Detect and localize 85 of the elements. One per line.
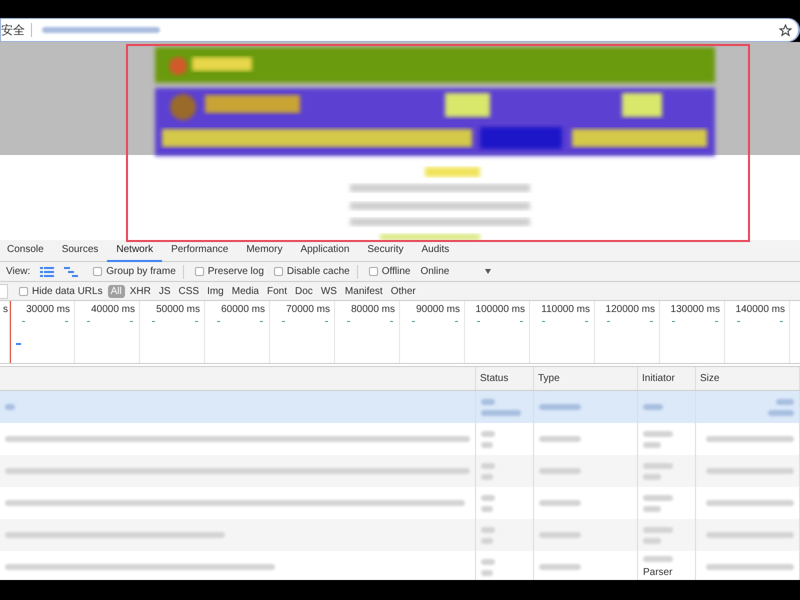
timeline-tick: 50000 ms <box>156 304 200 315</box>
timeline-tick: 110000 ms <box>541 304 590 315</box>
blurred-text <box>768 410 794 416</box>
address-bar[interactable]: 安全 <box>0 18 800 42</box>
timeline-tick: 60000 ms <box>221 304 265 315</box>
timeline-tick: 70000 ms <box>286 304 330 315</box>
column-header[interactable]: Initiator <box>642 373 691 384</box>
type-filter[interactable]: Doc <box>292 284 316 298</box>
request-row[interactable] <box>0 391 800 423</box>
column-header[interactable]: Type <box>538 373 633 384</box>
caret-icon <box>485 269 492 274</box>
type-filter[interactable]: CSS <box>176 284 202 298</box>
type-filter[interactable]: Media <box>228 284 262 298</box>
option-checkbox[interactable]: Group by frame <box>90 264 184 278</box>
request-row[interactable] <box>0 519 800 551</box>
devtools-tab[interactable]: Console <box>0 240 53 262</box>
timeline-tick: 30000 ms <box>26 304 70 315</box>
blurred-text <box>643 404 663 410</box>
blurred-text <box>643 494 673 500</box>
type-filter[interactable]: XHR <box>126 284 154 298</box>
timeline-tick: 80000 ms <box>351 304 395 315</box>
throttling-dropdown[interactable]: Online <box>417 266 494 277</box>
blurred-text <box>481 462 495 468</box>
type-filter[interactable]: Manifest <box>342 284 386 298</box>
timeline-tick: 100000 ms <box>476 304 525 315</box>
devtools-tab[interactable]: Security <box>358 240 412 262</box>
option-checkbox[interactable]: Disable cache <box>270 264 358 278</box>
list-view-icon[interactable] <box>40 266 54 276</box>
blurred-text <box>643 538 661 544</box>
blurred-text <box>481 506 493 512</box>
blurred-text <box>643 526 673 532</box>
blurred-text <box>643 442 661 448</box>
star-icon[interactable] <box>779 24 792 36</box>
blurred-text <box>481 430 495 436</box>
timeline-tick: 140000 ms <box>736 304 785 315</box>
blurred-text <box>643 506 661 512</box>
request-row[interactable] <box>0 455 800 487</box>
blurred-text <box>643 430 673 436</box>
devtools-tab[interactable]: Performance <box>162 240 238 262</box>
blurred-text <box>776 398 794 404</box>
timeline-tick: 40000 ms <box>91 304 135 315</box>
devtools-tab[interactable]: Audits <box>412 240 458 262</box>
type-filter[interactable]: JS <box>156 284 174 298</box>
timeline-tick: 90000 ms <box>416 304 460 315</box>
type-filter[interactable]: Other <box>388 284 419 298</box>
devtools-tab[interactable]: Sources <box>52 240 108 262</box>
timeline-tick: 120000 ms <box>606 304 655 315</box>
column-header[interactable]: Status <box>480 373 529 384</box>
blurred-text <box>643 474 661 480</box>
blurred-text <box>481 558 495 564</box>
blurred-text <box>539 532 581 538</box>
security-label: 安全 <box>1 23 32 37</box>
view-label: View: <box>6 266 30 277</box>
waterfall-icon[interactable] <box>64 266 78 276</box>
blurred-text <box>481 494 495 500</box>
blurred-text <box>643 556 673 562</box>
blurred-text <box>481 538 493 544</box>
type-filter[interactable]: Img <box>204 284 227 298</box>
option-checkbox[interactable]: Preserve log <box>192 266 267 277</box>
initiator-text: Parser <box>643 567 674 578</box>
blurred-text <box>643 462 673 468</box>
blurred-text <box>481 526 495 532</box>
blurred-text <box>539 468 581 474</box>
type-filter[interactable]: WS <box>318 284 340 298</box>
option-checkbox[interactable]: Offline <box>366 266 414 277</box>
blurred-text <box>5 404 15 410</box>
type-filter[interactable]: Font <box>264 284 290 298</box>
column-header[interactable]: Size <box>700 373 795 384</box>
hide-data-urls-checkbox[interactable]: Hide data URLs <box>16 286 106 296</box>
timeline-tick: s <box>3 304 8 315</box>
blurred-text <box>481 410 521 416</box>
devtools-tab[interactable]: Application <box>291 240 358 262</box>
blurred-text <box>481 442 493 448</box>
blurred-text <box>539 404 581 410</box>
blurred-text <box>539 500 581 506</box>
load-marker <box>10 301 11 363</box>
filter-field[interactable] <box>0 284 8 298</box>
blurred-text <box>481 570 493 576</box>
devtools-tab[interactable]: Memory <box>237 240 292 262</box>
blurred-text <box>481 398 495 404</box>
request-row[interactable]: Parser <box>0 551 800 580</box>
blurred-text <box>539 564 581 570</box>
timeline-tick: 130000 ms <box>670 304 720 315</box>
blurred-text <box>539 436 581 442</box>
blurred-text <box>481 474 493 480</box>
